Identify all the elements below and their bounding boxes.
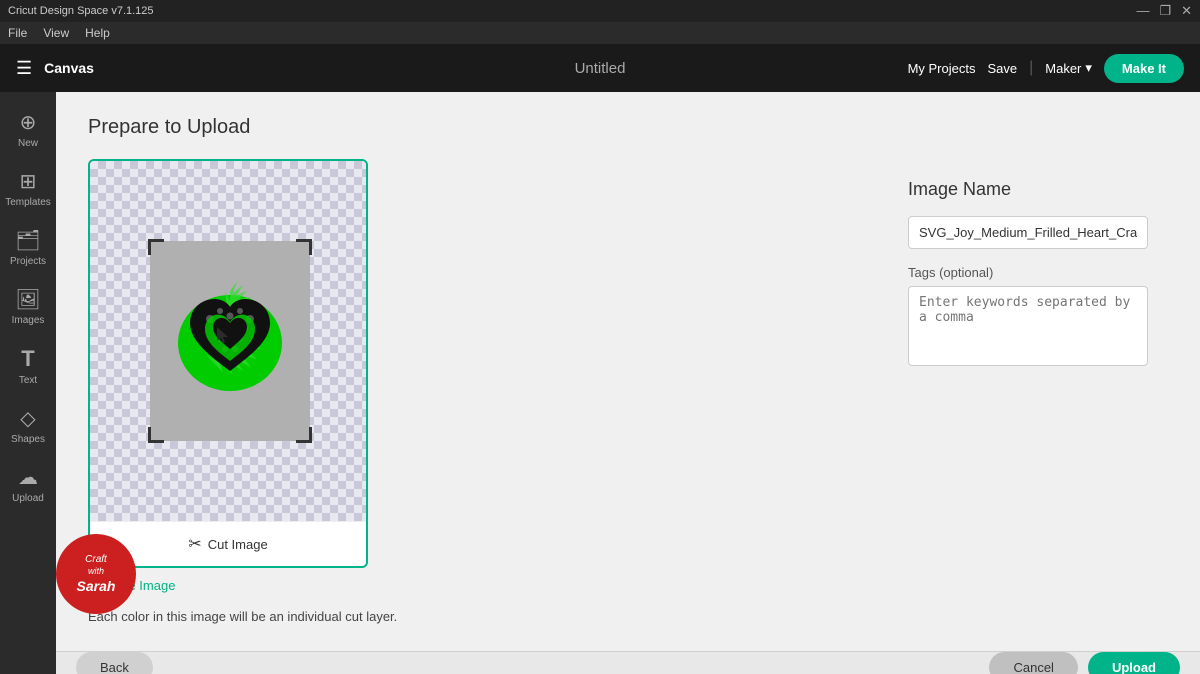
sidebar: ⊕ New ⊞ Templates 🗂 Projects 🖼 Images T … [0,92,56,674]
image-section: ✂ Cut Image Replace Image Each color in … [88,159,888,627]
menu-help[interactable]: Help [85,26,110,40]
main-content: Prepare to Upload [56,92,1200,674]
shapes-icon: ◇ [20,406,35,431]
corner-tr [296,239,312,255]
tags-textarea[interactable] [908,286,1148,366]
top-bar: ☰ Canvas Untitled My Projects Save | Mak… [0,44,1200,92]
projects-icon: 🗂 [15,228,40,253]
hamburger-menu[interactable]: ☰ [16,58,32,79]
watermark-craft: Craft [85,553,107,566]
upload-icon: ☁ [18,465,38,490]
cancel-button[interactable]: Cancel [989,652,1077,674]
close-button[interactable]: ✕ [1181,3,1192,19]
sidebar-item-new[interactable]: ⊕ New [0,100,56,159]
sidebar-item-projects[interactable]: 🗂 Projects [0,218,56,277]
save-button[interactable]: Save [987,61,1017,76]
chevron-down-icon: ▾ [1085,60,1092,76]
scissors-icon: ✂ [188,534,201,554]
make-it-button[interactable]: Make It [1104,54,1184,83]
page-title: Prepare to Upload [88,116,1168,139]
image-name-input[interactable] [908,216,1148,249]
image-name-title: Image Name [908,179,1148,200]
menu-file[interactable]: File [8,26,27,40]
image-preview-canvas [90,161,368,521]
watermark-logo: Craft with Sarah [56,534,136,614]
sidebar-item-shapes[interactable]: ◇ Shapes [0,396,56,455]
sidebar-item-images[interactable]: 🖼 Images [0,277,56,336]
sidebar-item-text[interactable]: T Text [0,336,56,396]
corner-bl [148,427,164,443]
new-icon: ⊕ [20,110,37,135]
project-title[interactable]: Untitled [575,60,626,77]
my-projects-link[interactable]: My Projects [908,61,976,76]
heart-image [165,271,295,411]
app-body: ⊕ New ⊞ Templates 🗂 Projects 🖼 Images T … [0,92,1200,674]
upload-main: ✂ Cut Image Replace Image Each color in … [88,159,1168,627]
tags-label: Tags (optional) [908,265,1148,280]
maximize-button[interactable]: ❐ [1159,3,1171,19]
upload-button[interactable]: Upload [1088,652,1180,674]
content-area: Prepare to Upload [56,92,1200,651]
maker-dropdown[interactable]: Maker ▾ [1045,60,1092,76]
corner-br [296,427,312,443]
cut-image-label: Cut Image [208,537,268,552]
bottom-right-buttons: Cancel Upload [989,652,1180,674]
sidebar-item-templates[interactable]: ⊞ Templates [0,159,56,218]
images-icon: 🖼 [15,287,40,312]
watermark-with: with [88,566,104,578]
minimize-button[interactable]: — [1136,3,1149,19]
title-bar: Cricut Design Space v7.1.125 — ❐ ✕ [0,0,1200,22]
templates-icon: ⊞ [20,169,37,194]
text-icon: T [21,346,34,372]
bottom-bar: Back Cancel Upload [56,651,1200,674]
back-button[interactable]: Back [76,652,153,674]
right-panel: Image Name Tags (optional) [888,159,1168,627]
sidebar-item-upload[interactable]: ☁ Upload [0,455,56,514]
corner-tl [148,239,164,255]
image-preview-box: ✂ Cut Image [88,159,368,568]
menu-bar: File View Help [0,22,1200,44]
menu-view[interactable]: View [43,26,69,40]
canvas-label: Canvas [44,60,94,76]
app-title: Cricut Design Space v7.1.125 [8,5,154,17]
divider: | [1029,59,1033,77]
image-description: Each color in this image will be an indi… [88,607,397,627]
image-inner-box [150,241,310,441]
watermark-sarah: Sarah [77,577,116,595]
